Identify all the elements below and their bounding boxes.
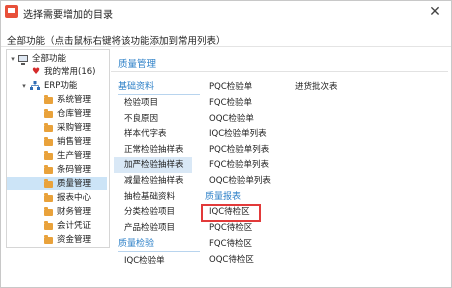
folder-icon xyxy=(44,123,53,132)
category-underline xyxy=(118,94,200,95)
function-item[interactable]: FQC检验单 xyxy=(209,97,252,110)
computer-icon xyxy=(18,55,28,65)
folder-icon xyxy=(44,193,53,202)
tree-node-system[interactable]: 系统管理 xyxy=(9,94,107,106)
folder-icon xyxy=(44,221,53,230)
function-item[interactable]: 分类检验项目 xyxy=(124,206,175,219)
tree-node-warehouse[interactable]: 仓库管理 xyxy=(9,108,107,120)
tree-node-label: 生产管理 xyxy=(57,151,92,161)
tree-node-label: 采购管理 xyxy=(57,123,92,133)
function-item[interactable]: PQC检验单列表 xyxy=(209,144,269,157)
function-item[interactable]: OQC待检区 xyxy=(209,254,254,267)
function-item[interactable]: 抽检基础资料 xyxy=(124,191,175,204)
tree-node-label: 报表中心 xyxy=(57,193,92,203)
instruction-text: 全部功能（点击鼠标右键将该功能添加到常用列表） xyxy=(7,36,226,47)
tree-node-label: 会计凭证 xyxy=(57,221,92,231)
function-tree[interactable]: ▾ 全部功能 ♥ 我的常用(16) ▾ ERP功能 系统管理 仓库管理 采购管理… xyxy=(6,49,110,248)
function-panel: 质量管理 基础资料 检验项目 不良原因 样本代字表 正常检验抽样表 加严检验抽样… xyxy=(111,49,448,286)
folder-icon xyxy=(44,137,53,146)
function-item[interactable]: IQC检验单列表 xyxy=(209,128,267,141)
tree-node-sales[interactable]: 销售管理 xyxy=(9,136,107,148)
function-item[interactable]: OQC检验单列表 xyxy=(209,175,271,188)
tree-node-barcode[interactable]: 条码管理 xyxy=(9,164,107,176)
function-item[interactable]: 正常检验抽样表 xyxy=(124,144,184,157)
panel-title: 质量管理 xyxy=(118,59,157,70)
folder-icon xyxy=(44,179,53,188)
function-item[interactable]: 样本代字表 xyxy=(124,128,167,141)
tree-node-funds[interactable]: 资金管理 xyxy=(9,234,107,246)
tree-node-purchase[interactable]: 采购管理 xyxy=(9,122,107,134)
tree-node-label: 系统管理 xyxy=(57,95,92,105)
folder-icon xyxy=(44,109,53,118)
tree-node-production[interactable]: 生产管理 xyxy=(9,150,107,162)
folder-icon xyxy=(44,95,53,104)
folder-icon xyxy=(44,207,53,216)
function-item[interactable]: PQC检验单 xyxy=(209,81,252,94)
title-bar: 选择需要增加的目录 ✕ xyxy=(1,1,451,25)
tree-node-favorites[interactable]: ♥ 我的常用(16) xyxy=(9,66,107,78)
function-item[interactable]: 检验项目 xyxy=(124,97,158,110)
folder-icon xyxy=(44,235,53,244)
tree-node-root[interactable]: ▾ 全部功能 xyxy=(9,53,107,65)
close-button[interactable]: ✕ xyxy=(427,4,443,20)
category-basic-data: 基础资料 xyxy=(118,82,155,92)
folder-icon xyxy=(44,165,53,174)
divider xyxy=(111,71,448,72)
chevron-down-icon[interactable]: ▾ xyxy=(9,53,17,65)
tree-node-label: 质量管理 xyxy=(57,179,92,189)
dialog-window: 选择需要增加的目录 ✕ 全部功能（点击鼠标右键将该功能添加到常用列表） ▾ 全部… xyxy=(0,0,452,288)
tree-node-quality[interactable]: 质量管理 xyxy=(7,177,107,190)
divider xyxy=(1,46,451,47)
org-chart-icon xyxy=(30,81,40,90)
tree-node-label: 我的常用(16) xyxy=(44,67,96,77)
function-item-boxed[interactable]: IQC待检区 xyxy=(209,206,250,219)
tree-node-label: 条码管理 xyxy=(57,165,92,175)
chevron-down-icon[interactable]: ▾ xyxy=(20,80,28,92)
function-item-hovered[interactable]: 加严检验抽样表 xyxy=(124,159,184,172)
tree-node-finance[interactable]: 财务管理 xyxy=(9,206,107,218)
function-item[interactable]: FQC待检区 xyxy=(209,238,252,251)
function-item[interactable]: IQC检验单 xyxy=(124,255,165,268)
tree-node-label: 财务管理 xyxy=(57,207,92,217)
category-underline xyxy=(118,251,200,252)
function-item[interactable]: 减量检验抽样表 xyxy=(124,175,184,188)
tree-node-vouchers[interactable]: 会计凭证 xyxy=(9,220,107,232)
tree-node-label: 全部功能 xyxy=(32,54,67,64)
tree-node-reports[interactable]: 报表中心 xyxy=(9,192,107,204)
tree-node-label: 仓库管理 xyxy=(57,109,92,119)
function-item[interactable]: 产品检验项目 xyxy=(124,222,175,235)
app-icon xyxy=(5,5,18,18)
function-item[interactable]: 不良原因 xyxy=(124,113,158,126)
function-item[interactable]: OQC检验单 xyxy=(209,113,254,126)
heart-icon: ♥ xyxy=(32,67,41,77)
tree-node-label: 资金管理 xyxy=(57,235,92,245)
category-quality-inspection: 质量检验 xyxy=(118,239,155,249)
window-title: 选择需要增加的目录 xyxy=(23,10,113,21)
tree-node-label: 销售管理 xyxy=(57,137,92,147)
folder-icon xyxy=(44,151,53,160)
function-item[interactable]: 进货批次表 xyxy=(295,81,338,94)
tree-node-label: ERP功能 xyxy=(44,81,78,91)
function-item[interactable]: FQC检验单列表 xyxy=(209,159,269,172)
category-quality-reports: 质量报表 xyxy=(205,192,242,202)
function-item[interactable]: PQC待检区 xyxy=(209,222,252,235)
tree-node-erp[interactable]: ▾ ERP功能 xyxy=(9,80,107,92)
